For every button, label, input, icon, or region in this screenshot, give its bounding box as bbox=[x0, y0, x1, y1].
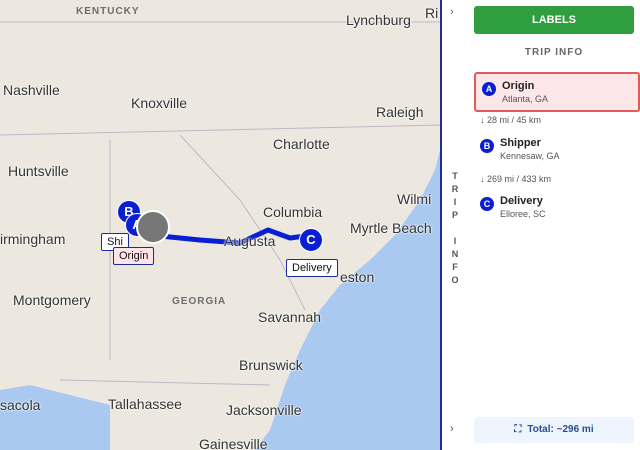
stop-name: Shipper bbox=[500, 137, 541, 149]
marker-delivery[interactable]: C bbox=[299, 228, 323, 252]
city-jacksonville: Jacksonville bbox=[226, 402, 302, 418]
city-montgomery: Montgomery bbox=[13, 292, 91, 308]
truck-icon[interactable] bbox=[136, 210, 170, 244]
city-huntsville: Huntsville bbox=[8, 163, 69, 179]
map-view[interactable]: KENTUCKY GEORGIA Lynchburg Ri Nashville … bbox=[0, 0, 440, 450]
trip-info-panel: LABELS TRIP INFO A Origin Atlanta, GA ↓ … bbox=[468, 0, 640, 450]
stop-badge: C bbox=[480, 197, 494, 211]
stop-delivery[interactable]: C Delivery Elloree, SC bbox=[474, 189, 636, 225]
stop-location: Elloree, SC bbox=[500, 209, 546, 219]
city-irmingham: irmingham bbox=[0, 231, 66, 247]
stop-shipper[interactable]: B Shipper Kennesaw, GA bbox=[474, 131, 636, 167]
city-columbia: Columbia bbox=[263, 204, 323, 220]
trip-info-vertical-label: TRIPINFO bbox=[451, 171, 461, 285]
leg-distance: ↓ 269 mi / 433 km bbox=[480, 174, 552, 184]
stop-badge: B bbox=[480, 139, 494, 153]
state-label-georgia: GEORGIA bbox=[172, 296, 227, 307]
city-raleigh: Raleigh bbox=[376, 104, 424, 120]
city-brunswick: Brunswick bbox=[239, 357, 303, 373]
chevron-right-icon[interactable]: › bbox=[450, 6, 454, 18]
state-label-kentucky: KENTUCKY bbox=[76, 6, 140, 17]
trip-info-rail[interactable]: › TRIPINFO › bbox=[442, 0, 469, 450]
fit-bounds-icon: ⛶ bbox=[514, 424, 522, 435]
city-wilmi: Wilmi bbox=[397, 191, 432, 207]
city-eston: eston bbox=[340, 269, 375, 285]
city-myrtle-beach: Myrtle Beach bbox=[350, 220, 432, 236]
city-charlotte: Charlotte bbox=[273, 136, 330, 152]
city-sacola: sacola bbox=[0, 397, 41, 413]
stop-name: Delivery bbox=[500, 195, 543, 207]
city-knoxville: Knoxville bbox=[131, 95, 188, 111]
stop-location: Atlanta, GA bbox=[502, 94, 549, 104]
city-savannah: Savannah bbox=[258, 309, 322, 325]
city-lynchburg: Lynchburg bbox=[346, 12, 411, 28]
city-nashville: Nashville bbox=[3, 82, 60, 98]
trip-info-header: TRIP INFO bbox=[524, 47, 584, 58]
labels-button[interactable]: LABELS bbox=[474, 6, 634, 34]
stop-badge: A bbox=[482, 82, 496, 96]
stop-origin[interactable]: A Origin Atlanta, GA bbox=[474, 72, 640, 112]
city-augusta: Augusta bbox=[224, 233, 276, 249]
city-ri: Ri bbox=[425, 5, 439, 21]
total-label: Total: ~296 mi bbox=[527, 424, 594, 435]
stop-name: Origin bbox=[502, 80, 535, 92]
leg-distance: ↓ 28 mi / 45 km bbox=[480, 115, 542, 125]
city-tallahassee: Tallahassee bbox=[108, 396, 182, 412]
stop-location: Kennesaw, GA bbox=[500, 151, 560, 161]
origin-pin-label[interactable]: Origin bbox=[113, 247, 155, 265]
city-gainesville: Gainesville bbox=[199, 436, 268, 450]
chevron-right-icon[interactable]: › bbox=[450, 423, 454, 435]
total-distance[interactable]: ⛶ Total: ~296 mi bbox=[474, 417, 634, 443]
delivery-pin-label[interactable]: Delivery bbox=[286, 259, 338, 277]
